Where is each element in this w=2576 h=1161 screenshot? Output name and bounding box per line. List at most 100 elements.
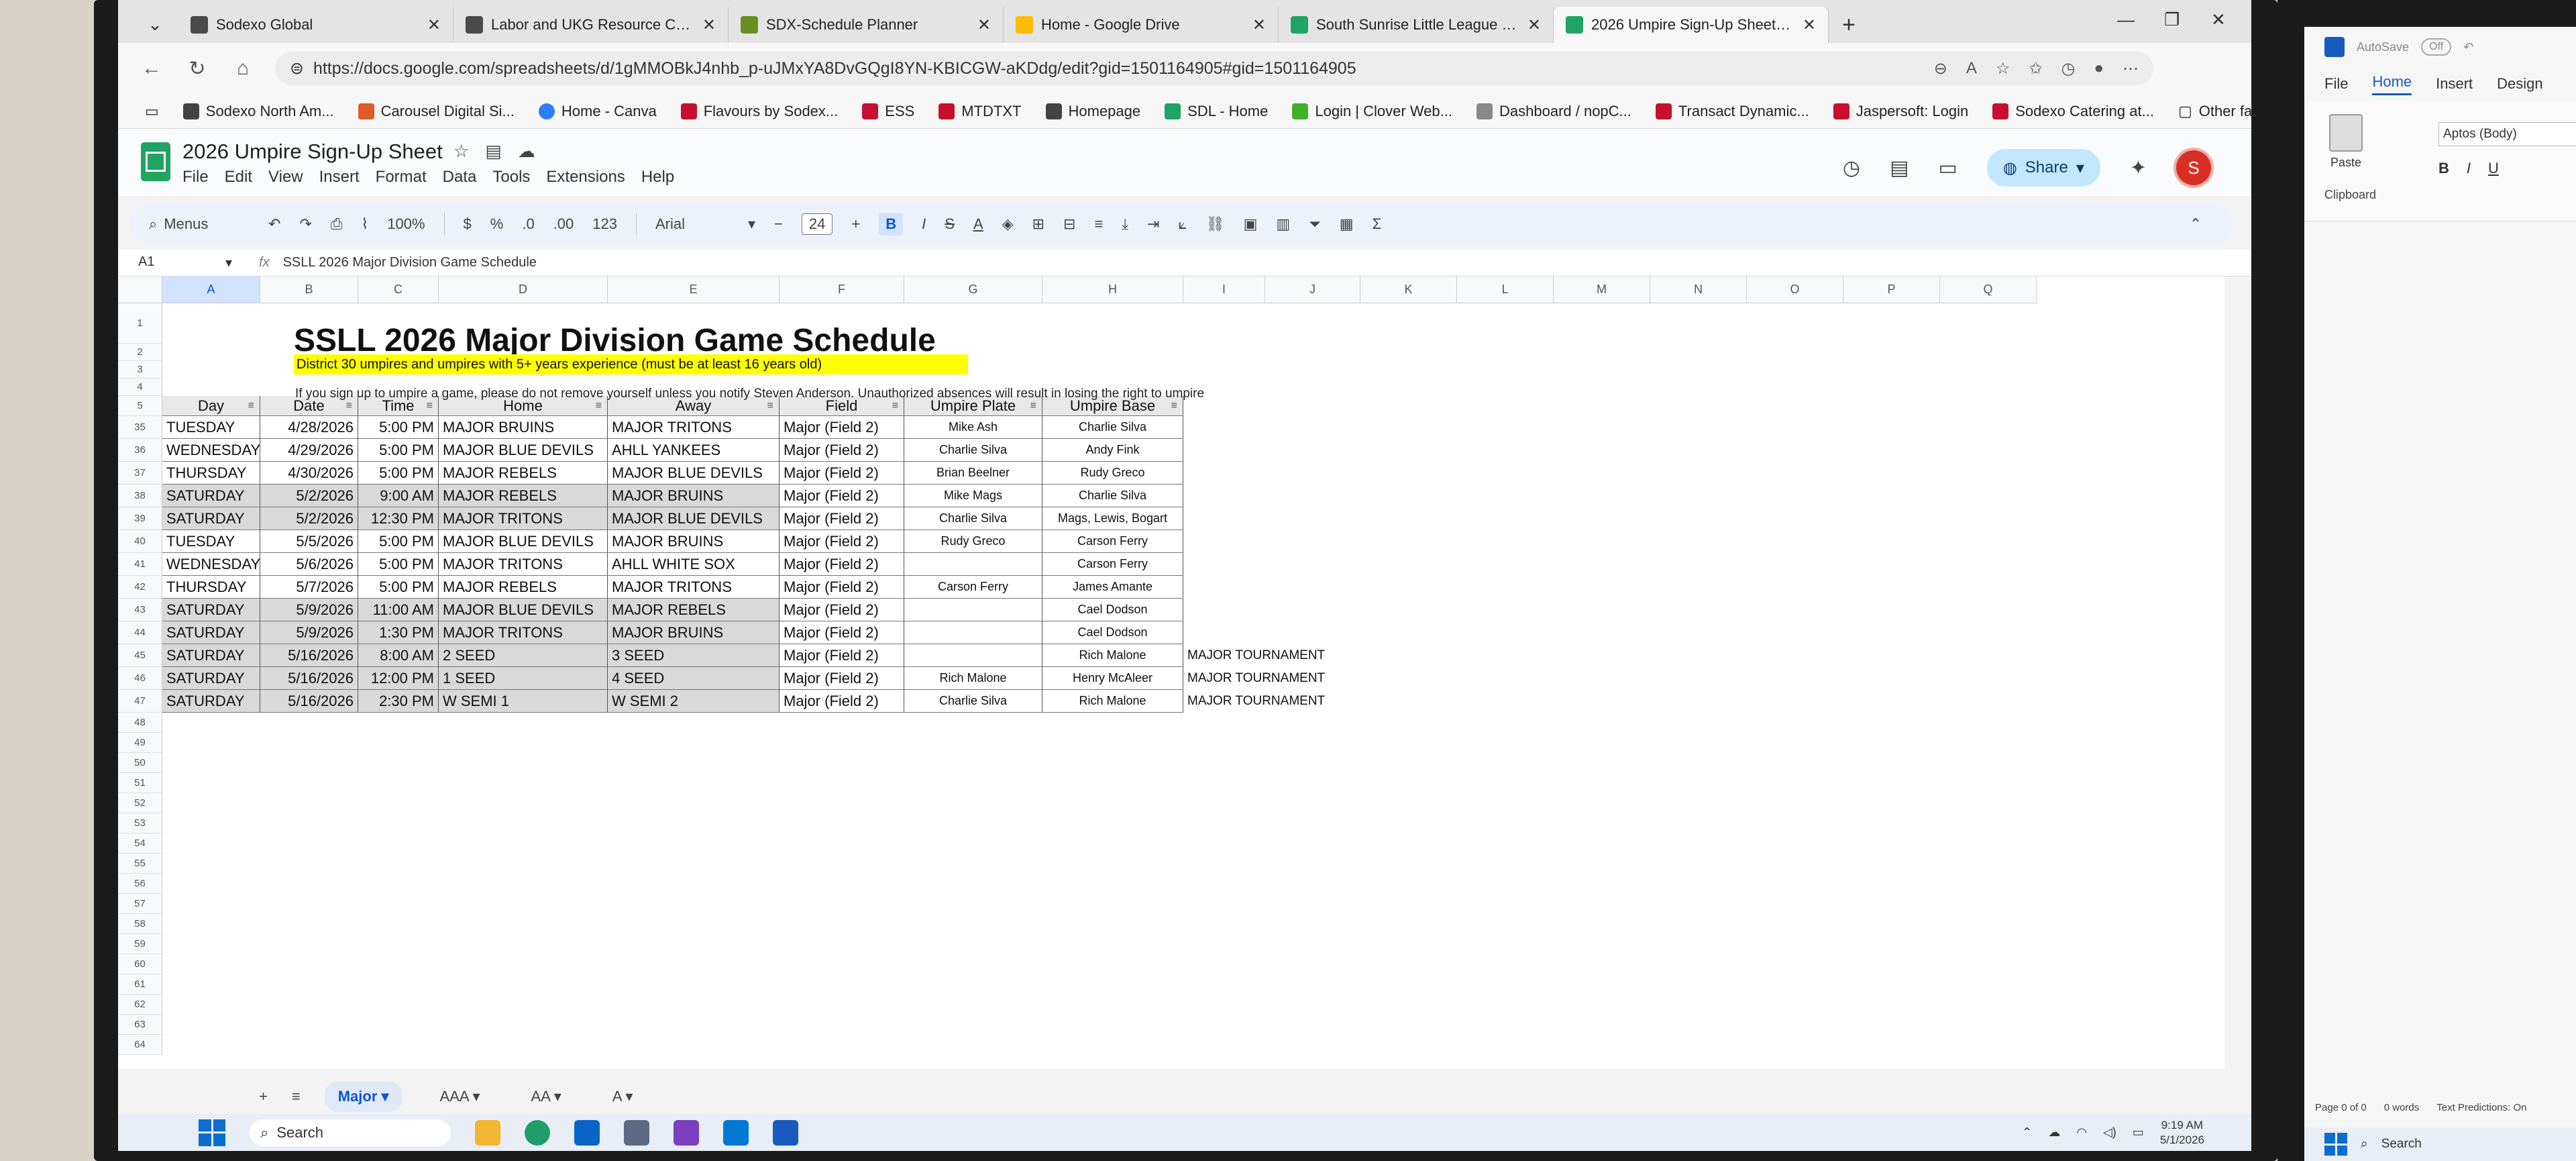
- row-header[interactable]: 44: [118, 621, 162, 644]
- currency-format-button[interactable]: $: [464, 215, 472, 233]
- italic-button[interactable]: I: [922, 215, 926, 233]
- merge-cells-icon[interactable]: ⊟: [1063, 215, 1075, 233]
- cell-home-team[interactable]: MAJOR REBELS: [439, 576, 608, 599]
- cell-date[interactable]: 4/30/2026: [260, 462, 358, 485]
- cell-time[interactable]: 5:00 PM: [358, 576, 439, 599]
- sidebar-toggle-icon[interactable]: ▭: [145, 103, 159, 120]
- row-header[interactable]: 56: [118, 874, 162, 894]
- select-all-corner[interactable]: [118, 276, 162, 303]
- cell-time[interactable]: 5:00 PM: [358, 530, 439, 553]
- favorite-star-icon[interactable]: ☆: [1996, 59, 2010, 79]
- decrease-decimal-button[interactable]: .0: [522, 215, 534, 233]
- word-tab-insert[interactable]: Insert: [2436, 75, 2473, 93]
- row-header[interactable]: 63: [118, 1015, 162, 1035]
- secondary-search-label[interactable]: Search: [2381, 1137, 2422, 1152]
- cell-day[interactable]: SATURDAY: [162, 621, 260, 644]
- zoom-icon[interactable]: ⊖: [1934, 59, 1947, 79]
- cell-field[interactable]: Major (Field 2): [780, 416, 904, 439]
- cell-home-team[interactable]: 2 SEED: [439, 644, 608, 667]
- cell-time[interactable]: 11:00 AM: [358, 599, 439, 621]
- cell-time[interactable]: 2:30 PM: [358, 690, 439, 713]
- cell-field[interactable]: Major (Field 2): [780, 507, 904, 530]
- close-tab-icon[interactable]: ✕: [1803, 15, 1816, 35]
- cell-umpire-base[interactable]: Carson Ferry: [1042, 530, 1183, 553]
- undo-icon[interactable]: ↶: [268, 215, 280, 233]
- text-predictions-status[interactable]: Text Predictions: On: [2436, 1102, 2526, 1113]
- cell-umpire-plate[interactable]: Mike Ash: [904, 416, 1042, 439]
- sheet-tab-a[interactable]: A ▾: [599, 1081, 647, 1112]
- column-header-i[interactable]: I: [1183, 276, 1265, 303]
- cell-umpire-base[interactable]: Rich Malone: [1042, 644, 1183, 667]
- row-header[interactable]: 1: [118, 303, 162, 344]
- row-header[interactable]: 45: [118, 644, 162, 667]
- requirement-note-cell[interactable]: District 30 umpires and umpires with 5+ …: [294, 354, 968, 374]
- favorite-link[interactable]: ESS: [862, 103, 914, 120]
- row-header[interactable]: 46: [118, 667, 162, 690]
- cell-away-team[interactable]: MAJOR BRUINS: [608, 485, 780, 507]
- cell-time[interactable]: 12:00 PM: [358, 667, 439, 690]
- cell-date[interactable]: 5/16/2026: [260, 690, 358, 713]
- favorite-link[interactable]: Login | Clover Web...: [1292, 103, 1452, 120]
- cell-umpire-base[interactable]: Henry McAleer: [1042, 667, 1183, 690]
- cell-date[interactable]: 4/29/2026: [260, 439, 358, 462]
- cell-umpire-plate[interactable]: Mike Mags: [904, 485, 1042, 507]
- row-header[interactable]: 54: [118, 834, 162, 854]
- profile-icon[interactable]: ●: [2094, 59, 2104, 79]
- cell-field[interactable]: Major (Field 2): [780, 439, 904, 462]
- calculator-icon[interactable]: [624, 1119, 649, 1146]
- row-header[interactable]: 2: [118, 344, 162, 361]
- word-count[interactable]: 0 words: [2384, 1102, 2420, 1113]
- cell-time[interactable]: 9:00 AM: [358, 485, 439, 507]
- cell-away-team[interactable]: MAJOR REBELS: [608, 599, 780, 621]
- cell-date[interactable]: 5/16/2026: [260, 667, 358, 690]
- cell-umpire-plate[interactable]: Charlie Silva: [904, 507, 1042, 530]
- browser-tab[interactable]: Labor and UKG Resource Center ✕: [453, 7, 729, 43]
- row-header[interactable]: 36: [118, 439, 162, 462]
- column-header-q[interactable]: Q: [1940, 276, 2037, 303]
- cell-umpire-base[interactable]: Carson Ferry: [1042, 553, 1183, 576]
- browser-tab[interactable]: South Sunrise Little League Umpir ✕: [1279, 7, 1554, 43]
- menu-file[interactable]: File: [182, 168, 209, 187]
- row-header[interactable]: 58: [118, 914, 162, 934]
- cell-home-team[interactable]: MAJOR TRITONS: [439, 553, 608, 576]
- formula-input[interactable]: SSLL 2026 Major Division Game Schedule: [283, 255, 537, 270]
- bold-button[interactable]: B: [879, 213, 904, 236]
- column-header-k[interactable]: K: [1360, 276, 1457, 303]
- menu-format[interactable]: Format: [376, 168, 427, 187]
- onedrive-icon[interactable]: ☁: [2048, 1125, 2060, 1140]
- favorites-icon[interactable]: ✩: [2029, 59, 2042, 79]
- column-header-a[interactable]: A: [162, 276, 260, 303]
- row-header[interactable]: 50: [118, 753, 162, 773]
- cell-day[interactable]: SATURDAY: [162, 599, 260, 621]
- snipping-tool-icon[interactable]: [674, 1119, 699, 1146]
- file-explorer-icon[interactable]: [475, 1119, 500, 1146]
- menu-data[interactable]: Data: [443, 168, 477, 187]
- cell-date[interactable]: 5/2/2026: [260, 485, 358, 507]
- column-header-n[interactable]: N: [1650, 276, 1747, 303]
- column-header-l[interactable]: L: [1457, 276, 1554, 303]
- cell-date[interactable]: 4/28/2026: [260, 416, 358, 439]
- row-header[interactable]: 3: [118, 361, 162, 378]
- word-underline-button[interactable]: U: [2488, 160, 2499, 177]
- cell-field[interactable]: Major (Field 2): [780, 553, 904, 576]
- word-italic-button[interactable]: I: [2467, 160, 2471, 177]
- cell-date[interactable]: 5/2/2026: [260, 507, 358, 530]
- cell-date[interactable]: 5/9/2026: [260, 621, 358, 644]
- row-header[interactable]: 41: [118, 553, 162, 576]
- row-header[interactable]: 51: [118, 773, 162, 793]
- close-tab-icon[interactable]: ✕: [977, 15, 991, 35]
- cell-field[interactable]: Major (Field 2): [780, 530, 904, 553]
- favorite-link[interactable]: Transact Dynamic...: [1655, 103, 1809, 120]
- all-sheets-icon[interactable]: ≡: [292, 1088, 301, 1105]
- cell-away-team[interactable]: AHLL YANKEES: [608, 439, 780, 462]
- outlook-icon[interactable]: [574, 1119, 600, 1146]
- meet-icon[interactable]: ▭: [1938, 156, 1957, 180]
- new-tab-icon[interactable]: +: [1829, 7, 1869, 43]
- column-header-h[interactable]: H: [1042, 276, 1183, 303]
- close-tab-icon[interactable]: ✕: [702, 15, 716, 35]
- cell-away-team[interactable]: MAJOR BLUE DEVILS: [608, 507, 780, 530]
- functions-icon[interactable]: Σ: [1373, 215, 1382, 233]
- favorite-link[interactable]: MTDTXT: [938, 103, 1022, 120]
- volume-icon[interactable]: ◁): [2103, 1125, 2116, 1140]
- history-icon[interactable]: ◷: [2061, 59, 2076, 79]
